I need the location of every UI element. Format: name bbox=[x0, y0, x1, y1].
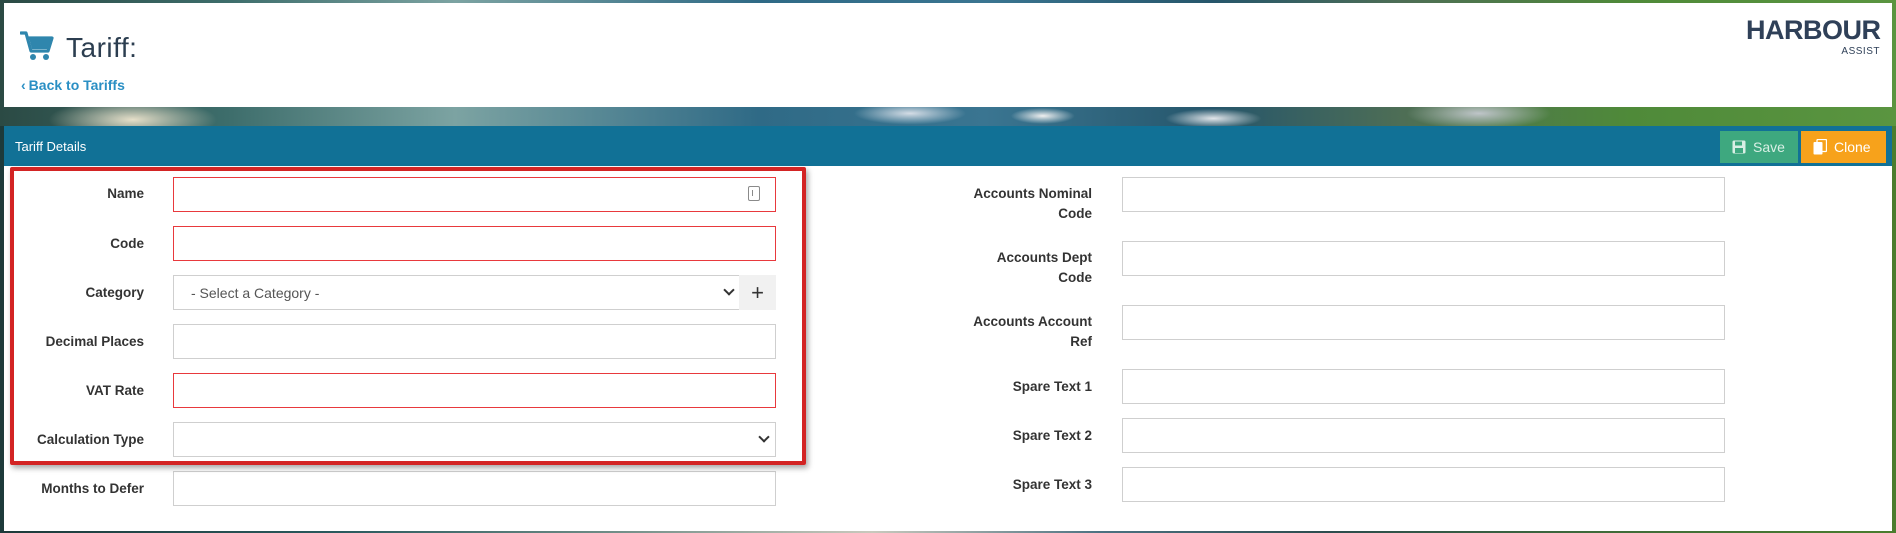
save-button[interactable]: Save bbox=[1720, 131, 1798, 163]
accounts-nominal-code-label-line-2: Code bbox=[1058, 206, 1092, 221]
vat-rate-label: VAT Rate bbox=[85, 383, 144, 398]
panel-header: Tariff Details Save Clone bbox=[4, 126, 1892, 166]
category-selected-value: - Select a Category - bbox=[191, 285, 320, 301]
months-to-defer-label: Months to Defer bbox=[41, 481, 144, 496]
spare-text-1-label: Spare Text 1 bbox=[1012, 379, 1092, 394]
password-manager-icon[interactable] bbox=[748, 186, 760, 201]
page-header: Tariff: ‹ Back to Tariffs HARBOUR ASSIST bbox=[4, 3, 1892, 107]
name-field[interactable] bbox=[173, 177, 776, 212]
accounts-account-ref-label: Accounts Account Ref bbox=[930, 312, 1092, 352]
plus-icon: + bbox=[751, 279, 764, 305]
vat-rate-field[interactable] bbox=[173, 373, 776, 408]
clone-button[interactable]: Clone bbox=[1801, 131, 1886, 163]
add-category-button[interactable]: + bbox=[739, 275, 776, 310]
logo-sub-text: ASSIST bbox=[1841, 46, 1880, 57]
accounts-dept-code-field[interactable] bbox=[1122, 241, 1725, 276]
code-field[interactable] bbox=[173, 226, 776, 261]
months-to-defer-field[interactable] bbox=[173, 471, 776, 506]
category-select[interactable]: - Select a Category - bbox=[173, 275, 740, 310]
spare-text-2-label: Spare Text 2 bbox=[1012, 428, 1092, 443]
accounts-account-ref-label-line-1: Accounts Account bbox=[973, 314, 1092, 329]
chevron-down-icon bbox=[758, 431, 770, 443]
clone-label: Clone bbox=[1834, 139, 1871, 155]
clone-icon bbox=[1813, 139, 1827, 155]
panel-title: Tariff Details bbox=[15, 139, 87, 154]
decimal-places-label: Decimal Places bbox=[45, 334, 144, 349]
accounts-nominal-code-label: Accounts Nominal Code bbox=[930, 184, 1092, 224]
calculation-type-label: Calculation Type bbox=[36, 432, 144, 447]
page-title: Tariff: bbox=[66, 32, 138, 63]
accounts-account-ref-label-line-2: Ref bbox=[1070, 334, 1092, 349]
calculation-type-select[interactable] bbox=[173, 422, 776, 457]
spare-text-3-label: Spare Text 3 bbox=[1012, 477, 1092, 492]
accounts-nominal-code-field[interactable] bbox=[1122, 177, 1725, 212]
accounts-dept-code-label: Accounts Dept Code bbox=[930, 248, 1092, 288]
decimal-places-field[interactable] bbox=[173, 324, 776, 359]
name-label: Name bbox=[107, 186, 144, 201]
save-icon bbox=[1732, 140, 1746, 154]
save-label: Save bbox=[1753, 139, 1785, 155]
back-chevron-icon: ‹ bbox=[21, 77, 26, 93]
back-link-label: Back to Tariffs bbox=[28, 77, 125, 93]
accounts-account-ref-field[interactable] bbox=[1122, 305, 1725, 340]
accounts-nominal-code-label-line-1: Accounts Nominal bbox=[973, 186, 1092, 201]
back-to-tariffs-link[interactable]: ‹ Back to Tariffs bbox=[21, 77, 125, 93]
category-label: Category bbox=[85, 285, 144, 300]
spare-text-3-field[interactable] bbox=[1122, 467, 1725, 502]
cart-icon bbox=[20, 31, 54, 60]
spare-text-1-field[interactable] bbox=[1122, 369, 1725, 404]
chevron-down-icon bbox=[723, 284, 735, 296]
logo-main-text: HARBOUR bbox=[1746, 15, 1881, 45]
accounts-dept-code-label-line-2: Code bbox=[1058, 270, 1092, 285]
code-label: Code bbox=[110, 236, 144, 251]
spare-text-2-field[interactable] bbox=[1122, 418, 1725, 453]
accounts-dept-code-label-line-1: Accounts Dept bbox=[996, 250, 1092, 265]
harbour-assist-logo: HARBOUR ASSIST bbox=[1746, 15, 1884, 59]
